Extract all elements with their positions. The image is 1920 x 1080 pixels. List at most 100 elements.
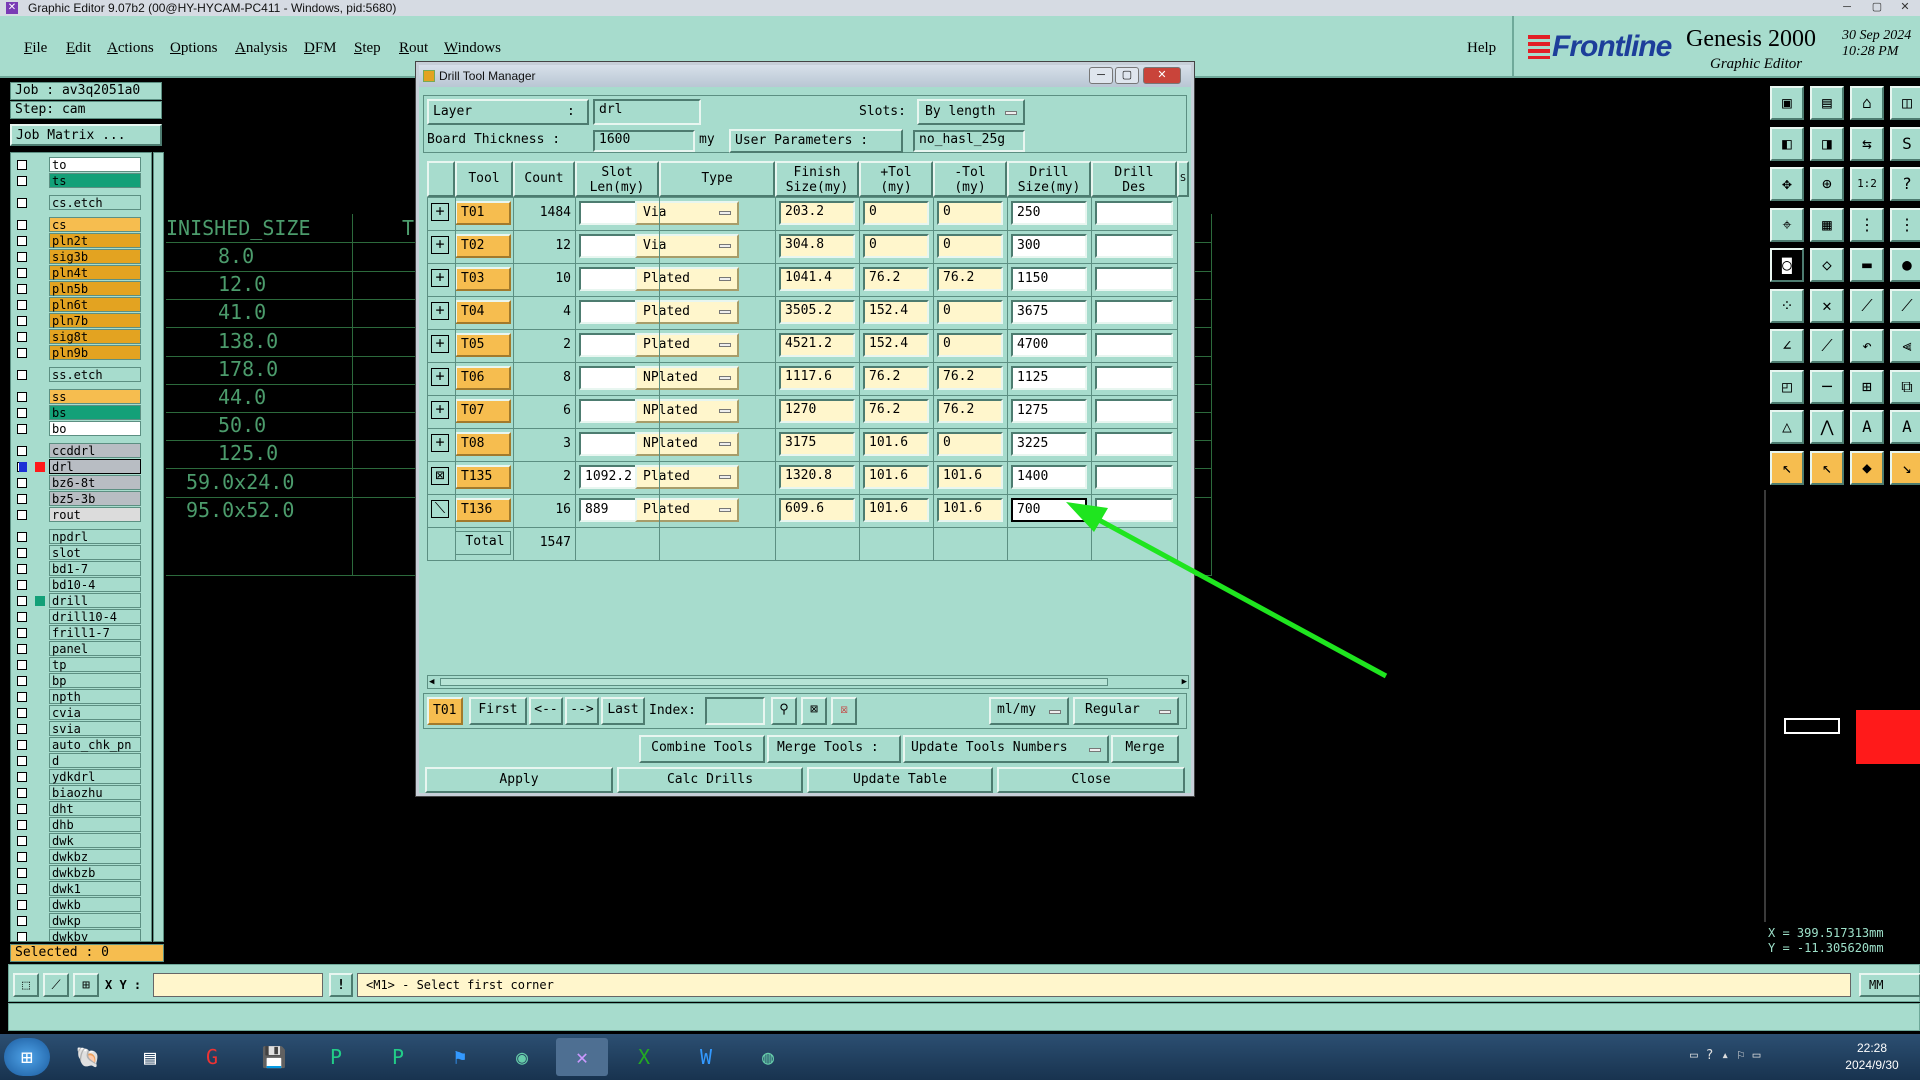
layer-row[interactable]: sig3b — [11, 249, 151, 265]
slots-selector[interactable]: By length — [917, 99, 1025, 125]
minus-tol-field[interactable]: 101.6 — [937, 498, 1003, 522]
drill-size-field[interactable]: 1275 — [1011, 399, 1087, 423]
layer-checkbox[interactable] — [17, 916, 27, 926]
net-icon[interactable]: ⁘ — [1770, 288, 1804, 323]
layer-checkbox[interactable] — [17, 820, 27, 830]
prev-button[interactable]: <-- — [529, 697, 563, 725]
text-icon[interactable]: ⫷ — [1890, 329, 1920, 363]
search-tool-icon[interactable]: ⚲ — [771, 697, 797, 725]
tool-name[interactable]: T07 — [455, 399, 511, 423]
next-button[interactable]: --> — [565, 697, 599, 725]
layer-checkbox[interactable] — [17, 220, 27, 230]
corner-icon[interactable]: ◰ — [1770, 369, 1804, 404]
text-a-icon[interactable]: A — [1850, 410, 1884, 444]
apply-button[interactable]: Apply — [425, 767, 613, 793]
menu-rout[interactable]: Rout — [399, 40, 428, 57]
line-icon[interactable]: ▬ — [1850, 248, 1884, 282]
expand-row-icon[interactable]: ⟍ — [431, 500, 449, 518]
taskbar-p-app-icon[interactable]: P — [310, 1038, 362, 1076]
taskbar-flag-icon[interactable]: ⚑ — [434, 1038, 486, 1076]
drill-size-field[interactable]: 250 — [1011, 201, 1087, 225]
layer-checkbox[interactable] — [17, 300, 27, 310]
plus-tol-field[interactable]: 101.6 — [863, 465, 929, 489]
layer-row[interactable]: ss.etch — [11, 367, 151, 383]
table-row[interactable]: + T04 4 Plated 3505.2 152.4 0 3675 — [427, 296, 1189, 329]
layer-name[interactable]: drill — [49, 593, 141, 608]
plus-tol-field[interactable]: 152.4 — [863, 333, 929, 357]
menu-options[interactable]: Options — [170, 40, 218, 57]
col-finish-size[interactable]: Finish Size(my) — [775, 161, 859, 197]
drill-size-field[interactable]: 1150 — [1011, 267, 1087, 291]
layer-label-button[interactable]: Layer : — [427, 99, 589, 125]
taskbar-g-app-icon[interactable]: G — [186, 1038, 238, 1076]
drill-des-field[interactable] — [1095, 498, 1173, 522]
layer-row[interactable]: rout — [11, 507, 151, 523]
finish-size-field[interactable]: 609.6 — [779, 498, 855, 522]
layer-row[interactable]: panel — [11, 641, 151, 657]
layer-row[interactable]: dwkb — [11, 897, 151, 913]
tool-name[interactable]: T136 — [455, 498, 511, 522]
layer-row[interactable]: drill10-4 — [11, 609, 151, 625]
layer-checkbox[interactable] — [17, 708, 27, 718]
dialog-close-icon[interactable]: ✕ — [1143, 67, 1181, 84]
menu-actions[interactable]: Actions — [107, 40, 154, 57]
system-clock[interactable]: 22:28 2024/9/30 — [1832, 1040, 1912, 1074]
close-button[interactable]: Close — [997, 767, 1185, 793]
mode-dropdown[interactable]: Regular — [1073, 697, 1179, 725]
expand-row-icon[interactable]: + — [431, 302, 449, 320]
layer-row[interactable]: cvia — [11, 705, 151, 721]
grid-icon[interactable]: ▦ — [1810, 207, 1844, 242]
dot-icon[interactable]: ● — [1890, 248, 1920, 282]
merge-tools-button[interactable]: Merge Tools : — [767, 735, 901, 763]
layer-name[interactable]: dwkb — [49, 897, 141, 912]
target-icon[interactable]: ⌖ — [1770, 207, 1804, 242]
table-row[interactable]: + T06 8 NPlated 1117.6 76.2 76.2 1125 — [427, 362, 1189, 395]
layer-checkbox[interactable] — [17, 788, 27, 798]
select-tool-icon[interactable]: ⊠ — [801, 697, 827, 725]
expand-row-icon[interactable]: + — [431, 236, 449, 254]
layer-row[interactable]: auto_chk_pn — [11, 737, 151, 753]
layer-field[interactable]: drl — [593, 99, 701, 125]
tool-name[interactable]: T08 — [455, 432, 511, 456]
layer-row[interactable]: bo — [11, 421, 151, 437]
layer-row[interactable]: ydkdrl — [11, 769, 151, 785]
layer-name[interactable]: pln9b — [49, 345, 141, 360]
layer-checkbox[interactable] — [17, 268, 27, 278]
taskbar-word-icon[interactable]: W — [680, 1038, 732, 1076]
layer-name[interactable]: bs — [49, 405, 141, 420]
layer-row[interactable]: ccddrl — [11, 443, 151, 459]
layer-row[interactable]: pln5b — [11, 281, 151, 297]
table-row[interactable]: + T03 10 Plated 1041.4 76.2 76.2 1150 — [427, 263, 1189, 296]
drill-size-field[interactable]: 1400 — [1011, 465, 1087, 489]
taskbar-save-icon[interactable]: 💾 — [248, 1038, 300, 1076]
open-icon[interactable]: ▣ — [1770, 86, 1804, 120]
taskbar-viewer-icon[interactable]: ◍ — [742, 1038, 794, 1076]
layer-row[interactable]: dwkp — [11, 913, 151, 929]
minus-tol-field[interactable]: 101.6 — [937, 465, 1003, 489]
menu-dfm[interactable]: DFM — [304, 40, 337, 57]
expand-row-icon[interactable]: + — [431, 335, 449, 353]
scroll-left-icon[interactable]: ◀ — [429, 677, 434, 687]
layer-name[interactable]: slot — [49, 545, 141, 560]
index-field[interactable] — [705, 697, 765, 725]
user-parameters-button[interactable]: User Parameters : — [729, 129, 903, 153]
menu-windows[interactable]: Windows — [444, 40, 501, 57]
shape-icon[interactable]: ◇ — [1810, 248, 1844, 282]
finish-size-field[interactable]: 3175 — [779, 432, 855, 456]
layer-row[interactable]: sig8t — [11, 329, 151, 345]
tool-type-dropdown[interactable]: Plated — [635, 300, 739, 324]
layer-checkbox[interactable] — [17, 612, 27, 622]
job-matrix-button[interactable]: Job Matrix ... — [10, 124, 162, 146]
drill-des-field[interactable] — [1095, 201, 1173, 225]
finish-size-field[interactable]: 1320.8 — [779, 465, 855, 489]
board-thickness-field[interactable]: 1600 — [593, 130, 695, 152]
triangle-icon[interactable]: △ — [1770, 410, 1804, 444]
split-icon[interactable]: ◫ — [1890, 86, 1920, 120]
tool-name[interactable]: T03 — [455, 267, 511, 291]
table-row[interactable]: + T02 12 Via 304.8 0 0 300 — [427, 230, 1189, 263]
drill-size-field[interactable]: 300 — [1011, 234, 1087, 258]
drill-size-field[interactable]: 1125 — [1011, 366, 1087, 390]
col-count[interactable]: Count — [513, 161, 575, 197]
minimize-icon[interactable]: ─ — [1832, 0, 1862, 14]
drill-size-field[interactable]: 3675 — [1011, 300, 1087, 324]
